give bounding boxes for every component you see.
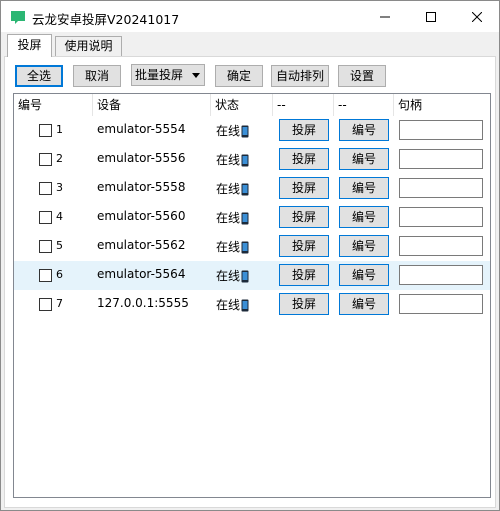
number-button[interactable]: 编号 <box>339 119 389 141</box>
number-button[interactable]: 编号 <box>339 293 389 315</box>
table-row[interactable]: 5 emulator-5562 在线 投屏 编号 <box>14 232 490 261</box>
column-header-status[interactable]: 状态 <box>211 94 239 116</box>
close-button[interactable] <box>454 1 500 32</box>
table-row[interactable]: 3 emulator-5558 在线 投屏 编号 <box>14 174 490 203</box>
status-text: 在线 <box>216 240 241 254</box>
row-index: 6 <box>56 268 63 281</box>
column-header-index[interactable]: 编号 <box>14 94 42 116</box>
number-button[interactable]: 编号 <box>339 206 389 228</box>
maximize-icon <box>426 11 436 22</box>
device-name: emulator-5560 <box>97 209 186 223</box>
batch-action-dropdown[interactable]: 批量投屏 <box>131 64 205 86</box>
cast-button[interactable]: 投屏 <box>279 264 329 286</box>
minimize-icon <box>380 16 390 17</box>
row-index: 7 <box>56 297 63 310</box>
column-header-action2[interactable]: -- <box>334 94 347 116</box>
number-button[interactable]: 编号 <box>339 148 389 170</box>
row-index: 2 <box>56 152 63 165</box>
number-button[interactable]: 编号 <box>339 235 389 257</box>
phone-icon <box>241 270 249 283</box>
phone-icon <box>241 183 249 196</box>
device-name: emulator-5556 <box>97 151 186 165</box>
phone-icon <box>241 212 249 225</box>
table-row[interactable]: 2 emulator-5556 在线 投屏 编号 <box>14 145 490 174</box>
number-button[interactable]: 编号 <box>339 177 389 199</box>
phone-icon <box>241 125 249 138</box>
device-name: emulator-5554 <box>97 122 186 136</box>
handle-field[interactable] <box>399 149 483 169</box>
cast-button[interactable]: 投屏 <box>279 206 329 228</box>
column-header-handle[interactable]: 句柄 <box>394 94 422 116</box>
device-name: 127.0.0.1:5555 <box>97 296 189 310</box>
column-header-action1[interactable]: -- <box>273 94 286 116</box>
batch-action-value: 批量投屏 <box>135 68 184 82</box>
number-button[interactable]: 编号 <box>339 264 389 286</box>
status-cell: 在线 <box>216 267 249 284</box>
cast-button[interactable]: 投屏 <box>279 119 329 141</box>
minimize-button[interactable] <box>362 1 408 32</box>
select-all-button[interactable]: 全选 <box>15 65 63 87</box>
handle-field[interactable] <box>399 236 483 256</box>
row-index: 3 <box>56 181 63 194</box>
row-checkbox[interactable] <box>39 182 52 195</box>
phone-icon <box>241 154 249 167</box>
cast-button[interactable]: 投屏 <box>279 293 329 315</box>
column-header-device[interactable]: 设备 <box>93 94 121 116</box>
chevron-down-icon <box>192 73 200 78</box>
status-cell: 在线 <box>216 238 249 255</box>
table-row[interactable]: 1 emulator-5554 在线 投屏 编号 <box>14 116 490 145</box>
handle-field[interactable] <box>399 178 483 198</box>
row-checkbox[interactable] <box>39 240 52 253</box>
status-cell: 在线 <box>216 296 249 313</box>
status-cell: 在线 <box>216 209 249 226</box>
handle-field[interactable] <box>399 265 483 285</box>
row-index: 4 <box>56 210 63 223</box>
status-text: 在线 <box>216 182 241 196</box>
status-cell: 在线 <box>216 122 249 139</box>
confirm-button[interactable]: 确定 <box>215 65 263 87</box>
status-cell: 在线 <box>216 151 249 168</box>
phone-icon <box>241 241 249 254</box>
row-checkbox[interactable] <box>39 269 52 282</box>
close-icon <box>472 11 482 22</box>
status-text: 在线 <box>216 124 241 138</box>
handle-field[interactable] <box>399 294 483 314</box>
settings-button[interactable]: 设置 <box>338 65 386 87</box>
device-list[interactable]: 编号 设备 状态 -- -- 句柄 1 emulator-5554 在线 投屏 … <box>13 93 491 498</box>
row-checkbox[interactable] <box>39 124 52 137</box>
row-checkbox[interactable] <box>39 298 52 311</box>
cancel-button[interactable]: 取消 <box>73 65 121 87</box>
table-row[interactable]: 4 emulator-5560 在线 投屏 编号 <box>14 203 490 232</box>
window-title: 云龙安卓投屏V20241017 <box>32 12 180 27</box>
title-bar[interactable]: 云龙安卓投屏V20241017 <box>1 1 499 32</box>
app-icon <box>11 11 25 24</box>
row-checkbox[interactable] <box>39 211 52 224</box>
tab-cast[interactable]: 投屏 <box>7 34 52 57</box>
cast-button[interactable]: 投屏 <box>279 235 329 257</box>
row-index: 1 <box>56 123 63 136</box>
status-text: 在线 <box>216 269 241 283</box>
status-text: 在线 <box>216 298 241 312</box>
handle-field[interactable] <box>399 207 483 227</box>
cast-button[interactable]: 投屏 <box>279 177 329 199</box>
status-cell: 在线 <box>216 180 249 197</box>
table-row[interactable]: 7 127.0.0.1:5555 在线 投屏 编号 <box>14 290 490 319</box>
status-text: 在线 <box>216 211 241 225</box>
list-header: 编号 设备 状态 -- -- 句柄 <box>14 94 490 116</box>
row-index: 5 <box>56 239 63 252</box>
device-name: emulator-5564 <box>97 267 186 281</box>
handle-field[interactable] <box>399 120 483 140</box>
status-text: 在线 <box>216 153 241 167</box>
device-name: emulator-5562 <box>97 238 186 252</box>
phone-icon <box>241 299 249 312</box>
maximize-button[interactable] <box>408 1 454 32</box>
table-row[interactable]: 6 emulator-5564 在线 投屏 编号 <box>14 261 490 290</box>
tab-help[interactable]: 使用说明 <box>55 36 122 56</box>
app-window: 云龙安卓投屏V20241017 投屏 使用说明 全选 取消 批量投屏 确定 自动… <box>0 0 500 511</box>
cast-button[interactable]: 投屏 <box>279 148 329 170</box>
row-checkbox[interactable] <box>39 153 52 166</box>
auto-sort-button[interactable]: 自动排列 <box>271 65 329 87</box>
device-name: emulator-5558 <box>97 180 186 194</box>
